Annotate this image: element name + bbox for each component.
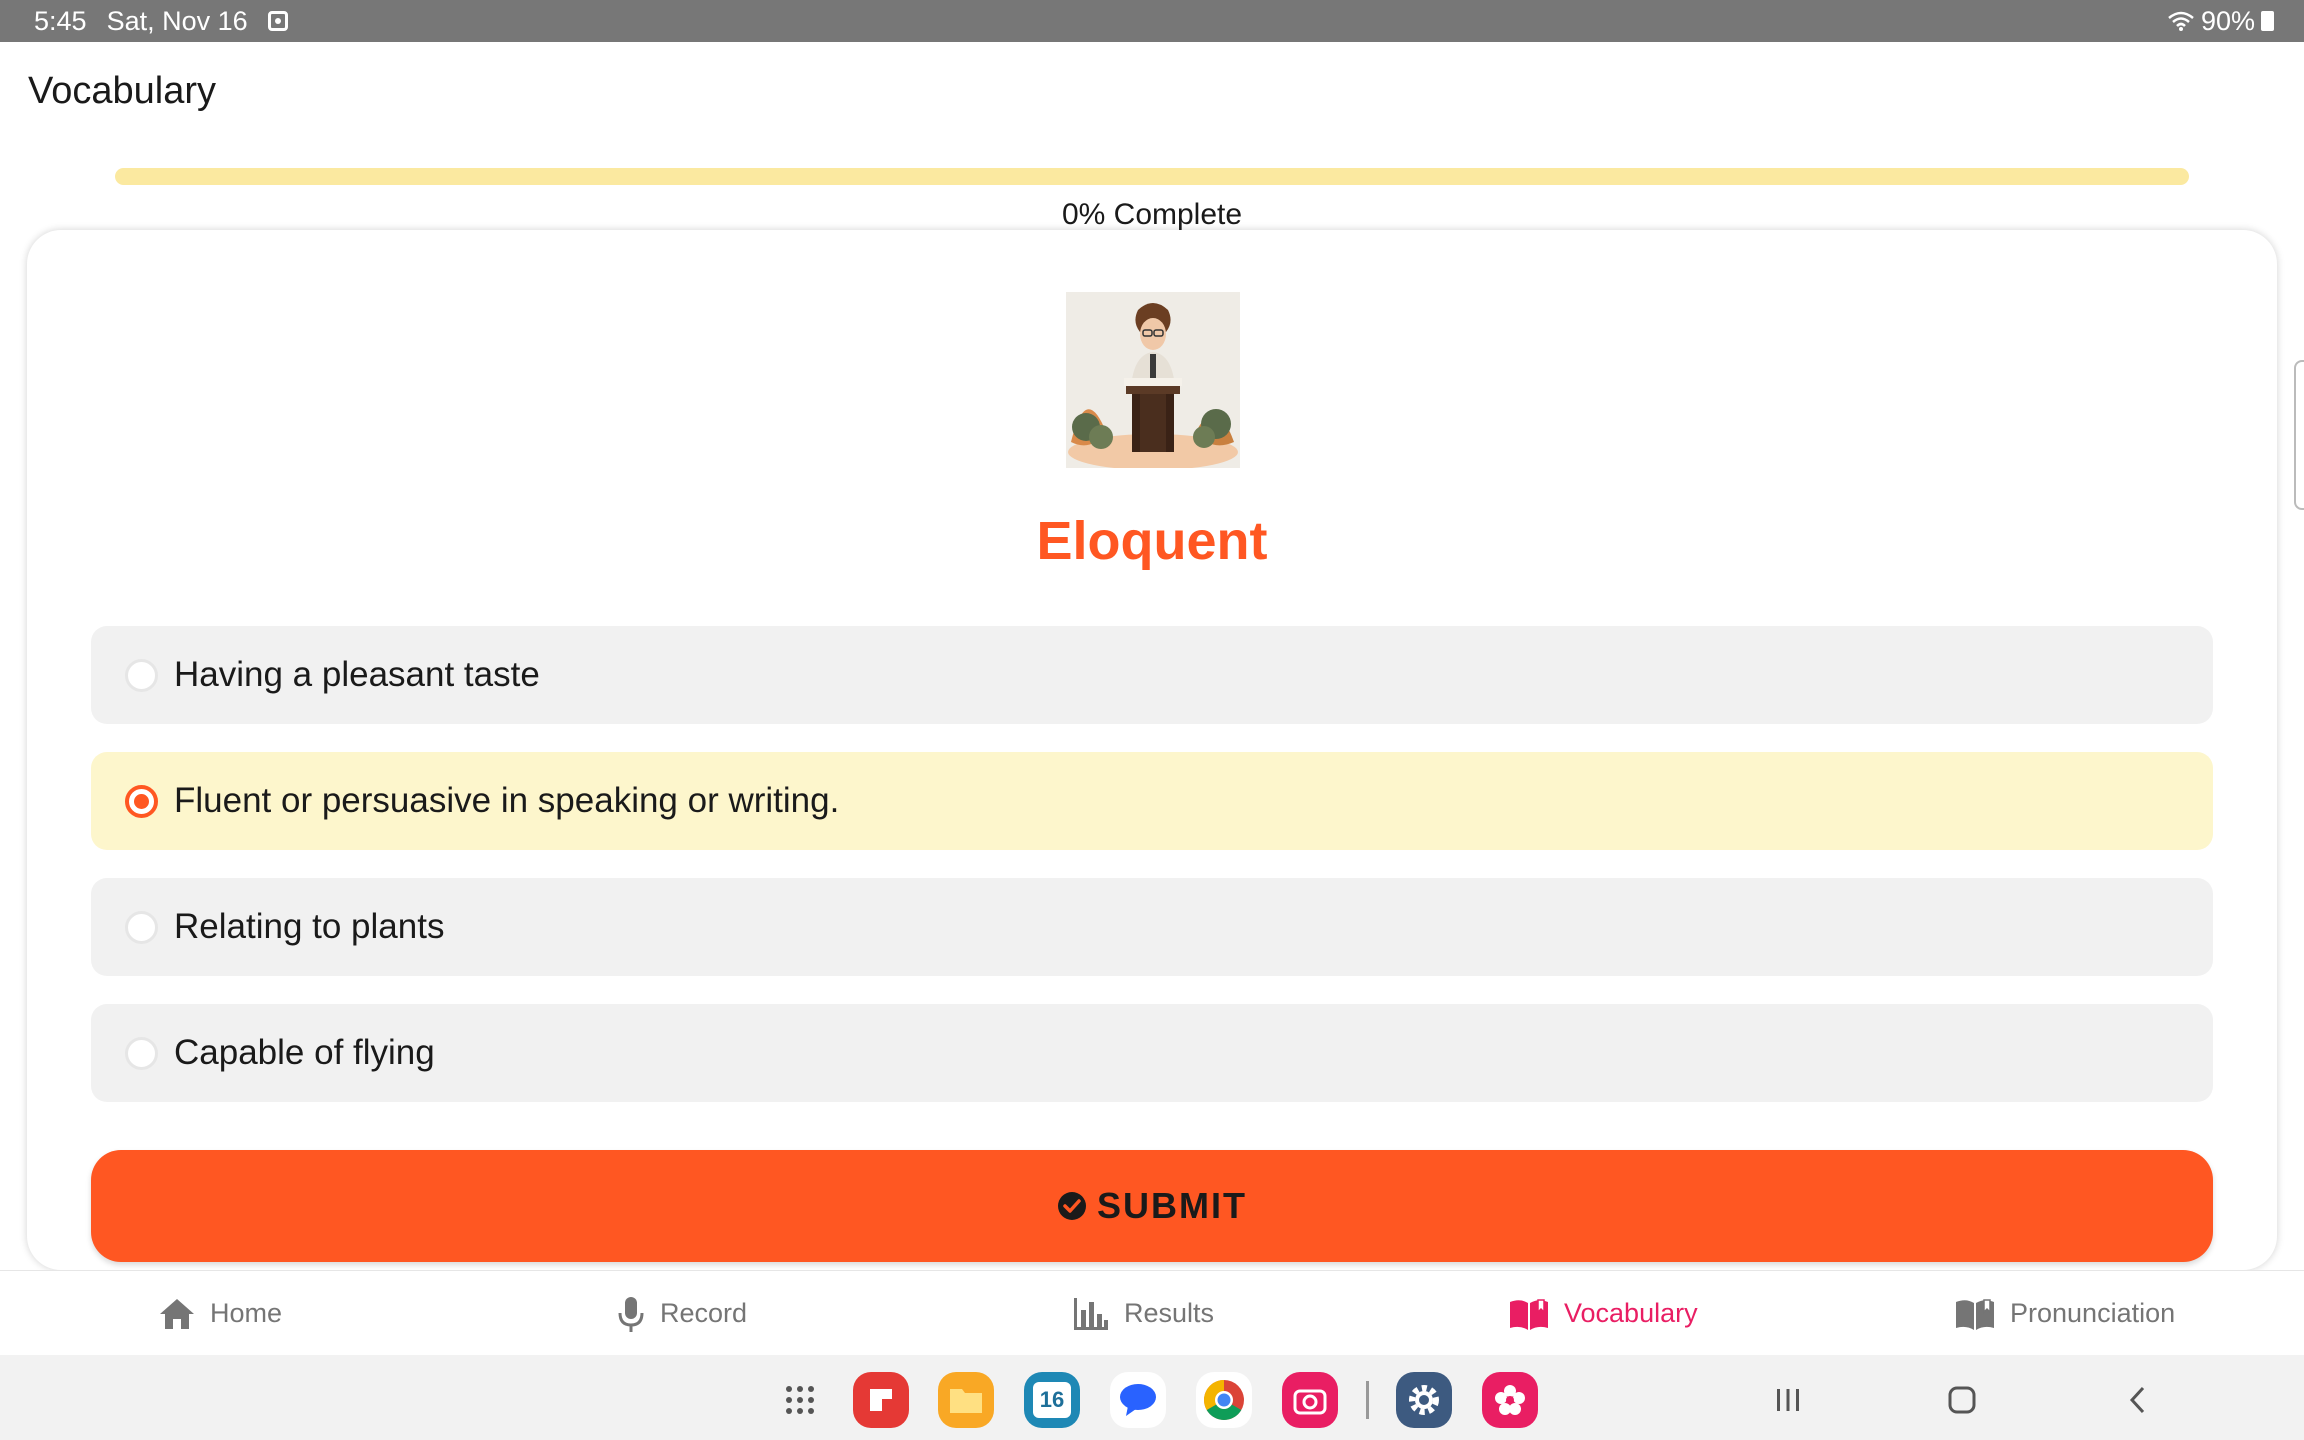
chrome-icon[interactable] [1196, 1372, 1252, 1428]
nav-item-results[interactable]: Results [1072, 1271, 1214, 1356]
nav-label: Pronunciation [2010, 1298, 2176, 1328]
radio-button[interactable] [125, 1036, 158, 1070]
check-circle-icon [1058, 1192, 1086, 1220]
flipboard-icon[interactable] [853, 1372, 909, 1428]
battery-percent: 90% [2200, 5, 2255, 36]
battery-icon [2261, 11, 2274, 31]
calendar-day: 16 [1033, 1382, 1071, 1418]
status-date: Sat, Nov 16 [106, 5, 248, 36]
camera-icon[interactable] [1282, 1372, 1338, 1428]
option-1[interactable]: Having a pleasant taste [91, 626, 2213, 724]
option-4[interactable]: Capable of flying [91, 1004, 2213, 1102]
status-right: 90% [2167, 0, 2274, 42]
option-label: Relating to plants [174, 907, 445, 946]
submit-label: SUBMIT [1097, 1185, 1247, 1226]
nav-item-record[interactable]: Record [616, 1271, 747, 1356]
book-icon [1956, 1298, 1994, 1330]
wifi-icon [2168, 11, 2194, 31]
progress-label: 0% Complete [1061, 198, 1243, 231]
status-bar: 5:45 Sat, Nov 16 90% [0, 0, 2304, 42]
messages-icon[interactable] [1110, 1372, 1166, 1428]
dock-separator [1366, 1381, 1369, 1419]
bottom-nav: Home Record Results Vocabulary Pronuncia… [0, 1270, 2304, 1355]
status-time: 5:45 [34, 5, 87, 36]
option-label: Capable of flying [174, 1033, 435, 1072]
book-icon [1510, 1298, 1548, 1330]
nav-label: Results [1124, 1298, 1215, 1328]
home-button[interactable] [1934, 1372, 1990, 1428]
nav-item-home[interactable]: Home [158, 1271, 282, 1356]
nav-label: Home [210, 1298, 283, 1328]
submit-button[interactable]: SUBMIT [91, 1150, 2213, 1262]
option-label: Fluent or persuasive in speaking or writ… [174, 781, 840, 820]
nav-item-pronunciation[interactable]: Pronunciation [1954, 1271, 2175, 1356]
microphone-icon [618, 1296, 644, 1332]
speaker-illustration [1066, 292, 1240, 468]
option-label: Having a pleasant taste [174, 655, 540, 694]
recents-button[interactable] [1760, 1372, 1816, 1428]
nav-label: Vocabulary [1564, 1298, 1698, 1328]
radio-button-selected[interactable] [125, 784, 158, 818]
back-button[interactable] [2110, 1372, 2166, 1428]
notification-icon [267, 11, 288, 31]
status-left: 5:45 Sat, Nov 16 [34, 0, 288, 42]
option-3[interactable]: Relating to plants [91, 878, 2213, 976]
calendar-icon[interactable]: 16 [1024, 1372, 1080, 1428]
word-illustration [1066, 292, 1240, 468]
progress-bar [115, 168, 2189, 185]
files-icon[interactable] [938, 1372, 994, 1428]
page-title: Vocabulary [28, 70, 217, 112]
radio-button[interactable] [125, 910, 158, 944]
radio-button[interactable] [125, 658, 158, 692]
blossom-icon[interactable] [1482, 1372, 1538, 1428]
option-2[interactable]: Fluent or persuasive in speaking or writ… [91, 752, 2213, 850]
bar-chart-icon [1074, 1297, 1108, 1330]
settings-icon[interactable] [1396, 1372, 1452, 1428]
system-navigation-bar: 16 [0, 1355, 2304, 1440]
nav-label: Record [660, 1298, 748, 1328]
edge-panel-handle[interactable] [2294, 360, 2304, 510]
nav-item-vocabulary[interactable]: Vocabulary [1508, 1271, 1698, 1356]
quiz-card: Eloquent Having a pleasant taste Fluent … [27, 230, 2277, 1270]
vocabulary-word: Eloquent [1036, 511, 1268, 571]
home-icon [160, 1298, 194, 1329]
apps-grid-icon[interactable] [772, 1372, 828, 1428]
